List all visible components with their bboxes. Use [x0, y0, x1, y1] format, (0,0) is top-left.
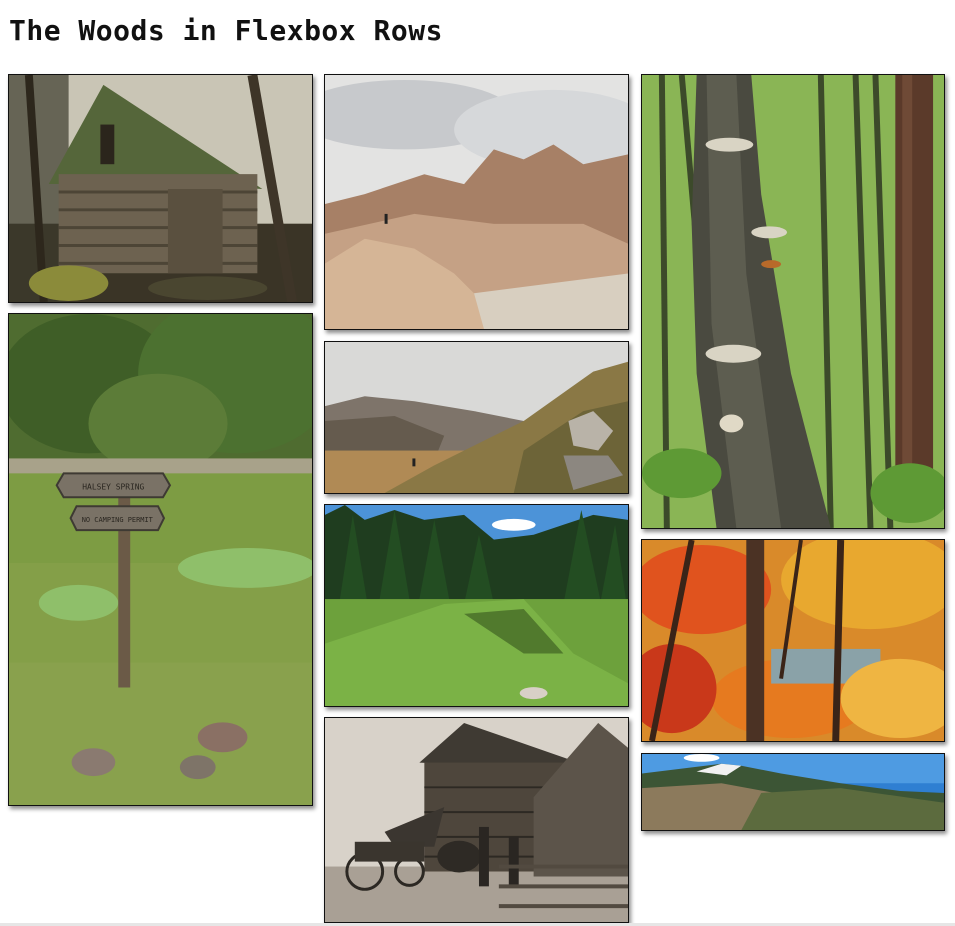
photo-desert-mountains[interactable]	[324, 74, 629, 330]
photo-trail-sign-meadow[interactable]: HALSEY SPRING NO CAMPING PERMIT	[8, 313, 313, 806]
photo-old-log-house-wagon[interactable]	[324, 717, 629, 923]
photo-cabin[interactable]	[8, 74, 313, 303]
sign-line-2: NO CAMPING PERMIT	[82, 516, 154, 524]
photo-tall-forest-fungus[interactable]	[641, 74, 945, 529]
photo-pine-meadow[interactable]	[324, 504, 629, 707]
photo-misty-hills-hiker[interactable]	[324, 341, 629, 494]
photo-snowy-peak-panorama[interactable]	[641, 753, 945, 831]
page-title: The Woods in Flexbox Rows	[9, 14, 443, 47]
sign-line-1: HALSEY SPRING	[82, 482, 144, 491]
photo-autumn-lake[interactable]	[641, 539, 945, 742]
